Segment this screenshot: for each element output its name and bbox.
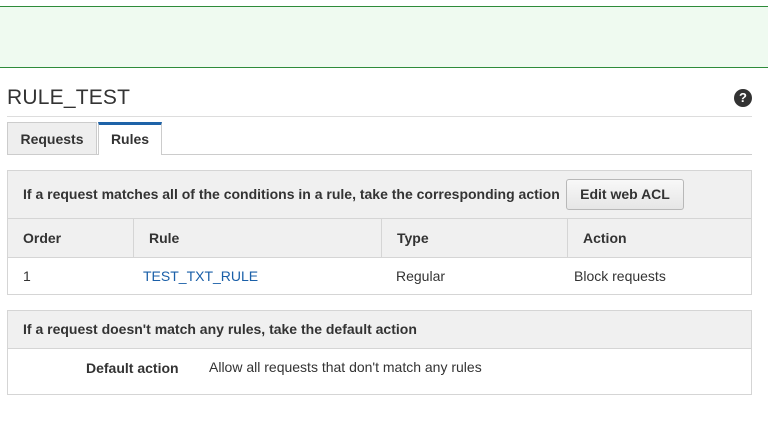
rule-type: Regular	[396, 268, 446, 284]
page-title: RULE_TEST	[7, 86, 131, 109]
default-action-value: Allow all requests that don't match any …	[209, 359, 482, 375]
rule-action: Block requests	[574, 268, 666, 284]
notification-banner	[0, 6, 768, 68]
column-header-rule: Rule	[133, 219, 381, 257]
column-header-type: Type	[381, 219, 567, 257]
column-header-action: Action	[567, 219, 751, 257]
tab-bar: Requests Rules	[7, 122, 752, 155]
default-action-panel: If a request doesn't match any rules, ta…	[7, 310, 752, 395]
rules-panel-heading: If a request matches all of the conditio…	[23, 186, 560, 202]
default-action-row: Default action Allow all requests that d…	[8, 349, 751, 395]
default-action-label: Default action	[86, 360, 179, 376]
tab-rules[interactable]: Rules	[98, 122, 162, 155]
question-circle-icon[interactable]: ?	[734, 89, 752, 107]
edit-web-acl-button[interactable]: Edit web ACL	[566, 179, 684, 210]
rule-name-cell: TEST_TXT_RULE	[133, 258, 381, 294]
rule-order: 1	[23, 268, 31, 284]
rules-table-header: Order Rule Type Action	[8, 219, 751, 258]
column-header-order: Order	[23, 230, 62, 246]
rules-panel-header: If a request matches all of the conditio…	[8, 171, 751, 219]
rules-panel: If a request matches all of the conditio…	[7, 170, 752, 295]
default-panel-heading: If a request doesn't match any rules, ta…	[8, 311, 751, 349]
tab-requests[interactable]: Requests	[7, 122, 97, 154]
rule-name-link[interactable]: TEST_TXT_RULE	[143, 268, 258, 284]
title-divider	[7, 116, 752, 117]
table-row: 1 TEST_TXT_RULE Regular Block requests	[8, 258, 751, 294]
